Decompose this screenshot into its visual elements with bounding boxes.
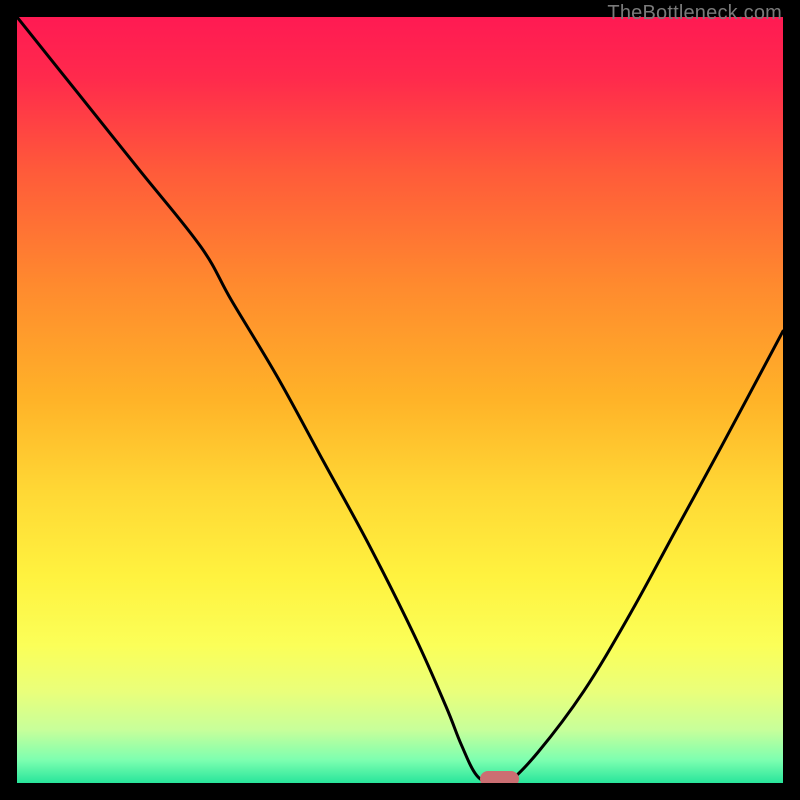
- bottleneck-curve: [17, 17, 783, 783]
- plot-area: [17, 17, 783, 783]
- optimum-marker: [480, 771, 518, 783]
- watermark-text: TheBottleneck.com: [607, 2, 782, 25]
- chart-frame: TheBottleneck.com: [0, 0, 800, 800]
